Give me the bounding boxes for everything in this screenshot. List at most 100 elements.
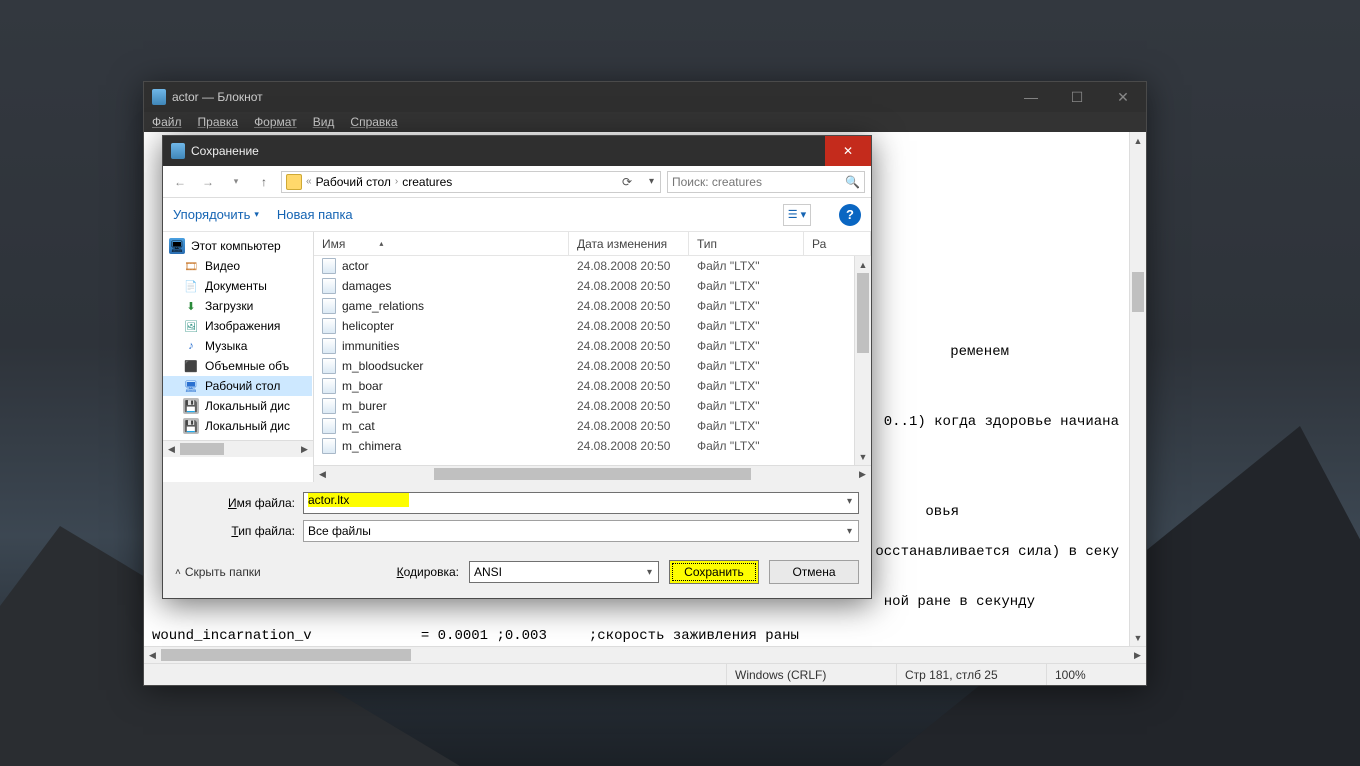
vertical-scrollbar[interactable]: ▲ ▼ [1129, 132, 1146, 646]
close-button[interactable]: ✕ [1100, 82, 1146, 112]
horizontal-scrollbar[interactable]: ◀ ▶ [144, 646, 1146, 663]
help-icon[interactable]: ? [839, 204, 861, 226]
menu-format[interactable]: Формат [254, 115, 297, 129]
filename-input[interactable]: actor.ltx ▾ [303, 492, 859, 514]
breadcrumb-item[interactable]: Рабочий стол [316, 175, 391, 189]
search-icon[interactable]: 🔍 [845, 175, 860, 189]
cancel-button[interactable]: Отмена [769, 560, 859, 584]
encoding-select[interactable]: ANSI [469, 561, 659, 583]
file-row[interactable]: m_burer24.08.2008 20:50Файл "LTX" [314, 396, 854, 416]
file-row[interactable]: damages24.08.2008 20:50Файл "LTX" [314, 276, 854, 296]
organize-label: Упорядочить [173, 207, 250, 222]
dialog-titlebar[interactable]: Сохранение ✕ [163, 136, 871, 166]
back-button[interactable]: ← [169, 171, 191, 193]
view-mode-button[interactable]: ☰ ▾ [783, 204, 811, 226]
scroll-left-icon[interactable]: ◀ [163, 441, 180, 457]
close-button[interactable]: ✕ [825, 136, 871, 166]
forward-button[interactable]: → [197, 171, 219, 193]
file-icon [322, 438, 336, 454]
file-row[interactable]: helicopter24.08.2008 20:50Файл "LTX" [314, 316, 854, 336]
disk-icon: 💾 [183, 398, 199, 414]
breadcrumb-item[interactable]: creatures [402, 175, 452, 189]
desk-icon: 🖥 [183, 378, 199, 394]
file-icon [322, 258, 336, 274]
tree-item[interactable]: 🖥Рабочий стол [163, 376, 312, 396]
tree-item[interactable]: 💾Локальный дис [163, 396, 312, 416]
tree-item[interactable]: 🖥Этот компьютер [163, 236, 312, 256]
monitor-icon: 🖥 [169, 238, 185, 254]
menu-file[interactable]: Файл [152, 115, 182, 129]
file-row[interactable]: actor24.08.2008 20:50Файл "LTX" [314, 256, 854, 276]
scroll-right-icon[interactable]: ▶ [296, 441, 313, 457]
hide-folders-toggle[interactable]: ˄ Скрыть папки [175, 565, 261, 579]
filename-area: Имя файла: actor.ltx ▾ Тип файла: Все фа… [163, 482, 871, 550]
filename-value: actor.ltx [308, 493, 409, 507]
chevron-down-icon[interactable]: ▾ [649, 176, 654, 187]
tree-item[interactable]: ⬛Объемные объ [163, 356, 312, 376]
status-encoding: Windows (CRLF) [726, 664, 896, 685]
text-fragment: осстанавливается сила) в секу [875, 542, 1119, 562]
scroll-right-icon[interactable]: ▶ [1129, 647, 1146, 663]
scroll-down-icon[interactable]: ▼ [855, 448, 871, 465]
tree-item[interactable]: 💾Локальный дис [163, 416, 312, 436]
refresh-icon[interactable]: ⟳ [622, 175, 632, 189]
file-type: Файл "LTX" [689, 359, 804, 373]
scrollbar-thumb[interactable] [180, 443, 224, 455]
tree-item-label: Документы [205, 279, 267, 293]
tree-item[interactable]: ♪Музыка [163, 336, 312, 356]
up-button[interactable]: ↑ [253, 171, 275, 193]
horizontal-scrollbar[interactable]: ◀ ▶ [314, 465, 871, 482]
file-type: Файл "LTX" [689, 259, 804, 273]
column-date[interactable]: Дата изменения [569, 232, 689, 255]
scroll-up-icon[interactable]: ▲ [855, 256, 871, 273]
organize-button[interactable]: Упорядочить ▾ [173, 207, 259, 222]
file-row[interactable]: game_relations24.08.2008 20:50Файл "LTX" [314, 296, 854, 316]
search-field[interactable] [672, 175, 845, 189]
file-row[interactable]: m_chimera24.08.2008 20:50Файл "LTX" [314, 436, 854, 456]
scroll-right-icon[interactable]: ▶ [854, 466, 871, 482]
file-icon [322, 278, 336, 294]
scrollbar-thumb[interactable] [434, 468, 751, 480]
scroll-left-icon[interactable]: ◀ [144, 647, 161, 663]
tree-item[interactable]: 🖼Изображения [163, 316, 312, 336]
menu-help[interactable]: Справка [350, 115, 397, 129]
chevron-down-icon[interactable]: ▾ [847, 496, 852, 507]
column-size[interactable]: Ра [804, 232, 871, 255]
search-input[interactable]: 🔍 [667, 171, 865, 193]
notepad-titlebar[interactable]: actor — Блокнот — ☐ ✕ [144, 82, 1146, 112]
scrollbar-thumb[interactable] [1132, 272, 1144, 312]
new-folder-button[interactable]: Новая папка [277, 207, 353, 222]
column-name[interactable]: Имя [314, 232, 569, 255]
notepad-menubar: Файл Правка Формат Вид Справка [144, 112, 1146, 132]
minimize-button[interactable]: — [1008, 82, 1054, 112]
scrollbar-thumb[interactable] [857, 273, 869, 353]
file-date: 24.08.2008 20:50 [569, 279, 689, 293]
tree-item[interactable]: ⬇Загрузки [163, 296, 312, 316]
tree-item[interactable]: 🎞Видео [163, 256, 312, 276]
tree-hscroll[interactable]: ◀ ▶ [163, 440, 313, 457]
column-type[interactable]: Тип [689, 232, 804, 255]
file-list-pane: Имя Дата изменения Тип Ра actor24.08.200… [313, 232, 871, 482]
breadcrumb[interactable]: « Рабочий стол › creatures ⟳ ▾ [281, 171, 661, 193]
filetype-select[interactable]: Все файлы [303, 520, 859, 542]
file-row[interactable]: m_boar24.08.2008 20:50Файл "LTX" [314, 376, 854, 396]
file-name: damages [342, 279, 391, 293]
recent-dropdown-icon[interactable]: ▾ [225, 171, 247, 193]
scroll-up-icon[interactable]: ▲ [1130, 132, 1146, 149]
maximize-button[interactable]: ☐ [1054, 82, 1100, 112]
file-icon [322, 398, 336, 414]
scroll-left-icon[interactable]: ◀ [314, 466, 331, 482]
file-icon [322, 338, 336, 354]
file-row[interactable]: immunities24.08.2008 20:50Файл "LTX" [314, 336, 854, 356]
menu-edit[interactable]: Правка [198, 115, 239, 129]
notepad-icon [152, 89, 166, 105]
file-row[interactable]: m_bloodsucker24.08.2008 20:50Файл "LTX" [314, 356, 854, 376]
menu-view[interactable]: Вид [313, 115, 335, 129]
file-row[interactable]: m_cat24.08.2008 20:50Файл "LTX" [314, 416, 854, 436]
scrollbar-thumb[interactable] [161, 649, 411, 661]
save-button[interactable]: Сохранить [669, 560, 759, 584]
tree-item[interactable]: 📄Документы [163, 276, 312, 296]
scroll-down-icon[interactable]: ▼ [1130, 629, 1146, 646]
vertical-scrollbar[interactable]: ▲ ▼ [854, 256, 871, 465]
3d-icon: ⬛ [183, 358, 199, 374]
